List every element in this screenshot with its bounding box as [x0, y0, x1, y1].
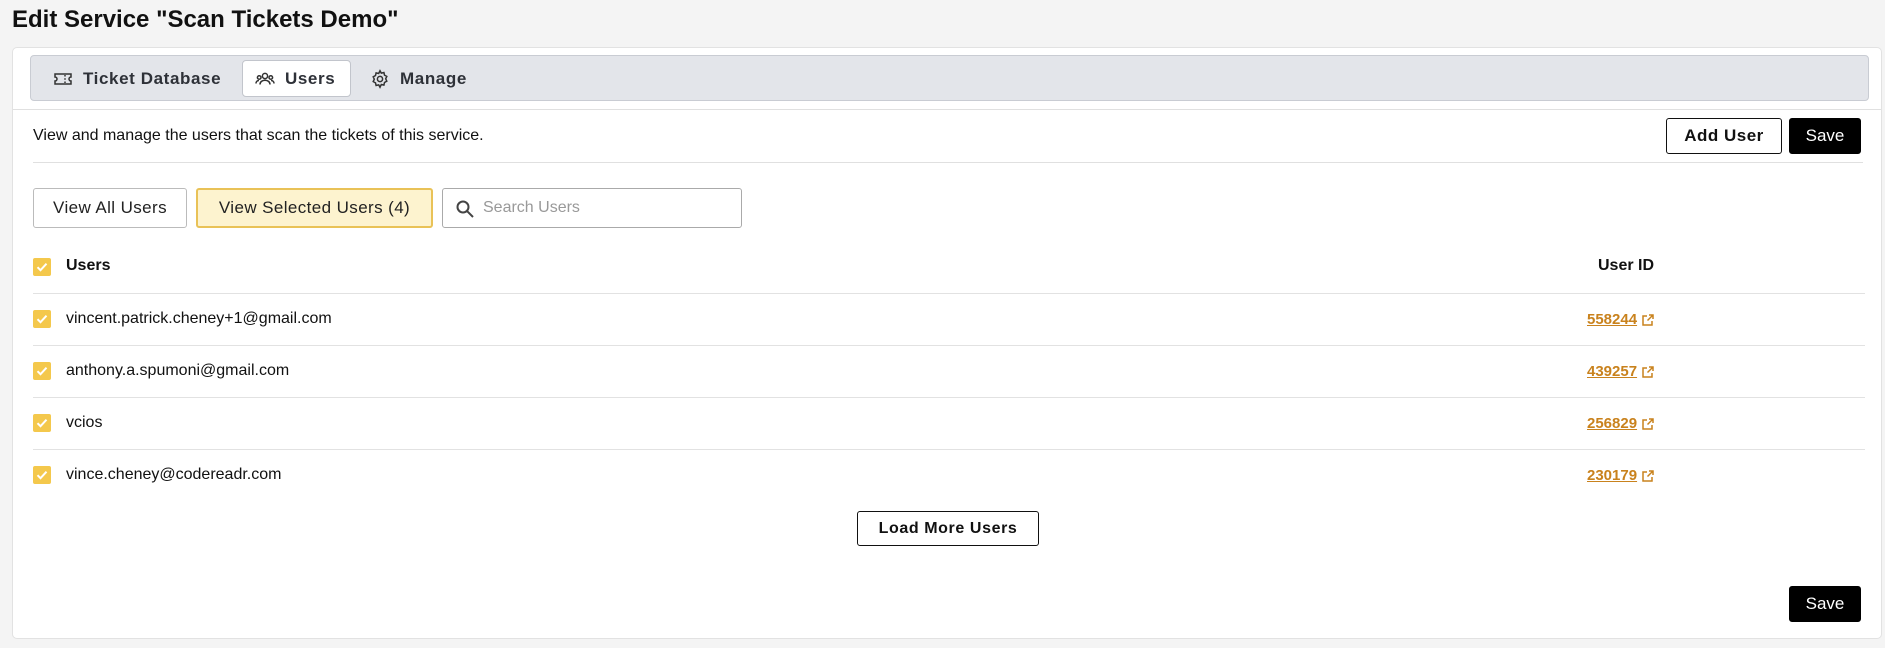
tab-manage[interactable]: Manage	[358, 60, 478, 97]
checkmark-icon	[36, 367, 48, 376]
user-id-link[interactable]: 256829	[1587, 415, 1655, 432]
row-divider	[33, 397, 1865, 398]
user-id-text: 439257	[1587, 363, 1638, 380]
view-all-users-button[interactable]: View All Users	[33, 188, 187, 228]
save-button-bottom[interactable]: Save	[1789, 586, 1861, 622]
checkmark-icon	[36, 263, 48, 272]
view-selected-users-button[interactable]: View Selected Users (4)	[196, 188, 433, 228]
load-more-users-button[interactable]: Load More Users	[857, 511, 1039, 546]
user-email: anthony.a.spumoni@gmail.com	[66, 362, 290, 379]
tab-label: Manage	[400, 68, 467, 88]
search-input[interactable]	[483, 189, 738, 227]
external-link-icon	[1642, 313, 1654, 326]
tab-ticket-database[interactable]: Ticket Database	[41, 60, 235, 97]
user-id-link[interactable]: 558244	[1587, 311, 1655, 328]
tab-users[interactable]: Users	[242, 60, 351, 97]
column-header-users: Users	[66, 257, 111, 274]
row-checkbox[interactable]	[33, 414, 51, 432]
user-id-text: 558244	[1587, 311, 1638, 328]
row-divider	[33, 345, 1865, 346]
user-email: vincent.patrick.cheney+1@gmail.com	[66, 310, 332, 327]
column-header-user-id: User ID	[1597, 257, 1655, 274]
row-checkbox[interactable]	[33, 310, 51, 328]
service-card: Ticket Database Users Manage View and ma…	[12, 47, 1882, 639]
page-title: Edit Service "Scan Tickets Demo"	[12, 6, 399, 33]
external-link-icon	[1642, 417, 1654, 430]
save-button[interactable]: Save	[1789, 118, 1861, 154]
external-link-icon	[1642, 365, 1654, 378]
row-checkbox[interactable]	[33, 362, 51, 380]
tab-label: Ticket Database	[83, 68, 222, 88]
select-all-checkbox[interactable]	[33, 258, 51, 276]
gear-icon	[372, 68, 388, 89]
user-email: vcios	[66, 414, 103, 431]
panel-description: View and manage the users that scan the …	[33, 127, 484, 144]
ticket-icon	[54, 72, 72, 85]
add-user-button[interactable]: Add User	[1666, 118, 1782, 154]
row-checkbox[interactable]	[33, 466, 51, 484]
row-divider	[33, 449, 1865, 450]
tab-bar: Ticket Database Users Manage	[30, 55, 1869, 101]
user-id-text: 230179	[1587, 467, 1638, 484]
users-icon	[255, 72, 275, 85]
external-link-icon	[1642, 469, 1654, 482]
user-id-link[interactable]: 230179	[1587, 467, 1655, 484]
user-id-text: 256829	[1587, 415, 1638, 432]
toolbar-divider	[33, 162, 1863, 163]
checkmark-icon	[36, 419, 48, 428]
tab-label: Users	[285, 68, 336, 88]
search-field[interactable]	[442, 188, 742, 228]
search-icon	[456, 200, 474, 218]
user-id-link[interactable]: 439257	[1587, 363, 1655, 380]
checkmark-icon	[36, 471, 48, 480]
header-divider	[13, 109, 1881, 110]
user-email: vince.cheney@codereadr.com	[66, 466, 282, 483]
checkmark-icon	[36, 315, 48, 324]
row-divider	[33, 293, 1865, 294]
